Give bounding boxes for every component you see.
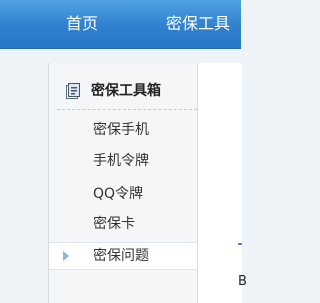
content-text-fragment: B bbox=[238, 274, 247, 289]
sidebar-item-label: 密保卡 bbox=[93, 216, 135, 232]
sidebar-item-qq-token[interactable]: QQ令牌 bbox=[49, 181, 197, 207]
sidebar-item-security-phone[interactable]: 密保手机 bbox=[49, 117, 197, 143]
nav-home-link[interactable]: 首页 bbox=[66, 14, 98, 34]
top-navigation-bar: 首页 密保工具 bbox=[0, 0, 241, 49]
sidebar-title: 密保工具箱 bbox=[91, 83, 161, 99]
sidebar-item-label: QQ令牌 bbox=[93, 186, 144, 202]
content-accent-mark bbox=[238, 243, 242, 245]
sidebar-header: 密保工具箱 bbox=[61, 81, 195, 103]
sidebar-item-label: 手机令牌 bbox=[93, 153, 149, 169]
arrow-right-icon bbox=[63, 251, 69, 261]
sidebar-divider bbox=[57, 109, 197, 110]
toolbox-icon bbox=[66, 83, 80, 99]
sidebar: 密保工具箱 密保手机 手机令牌 QQ令牌 密保卡 密保问题 bbox=[48, 63, 197, 303]
sidebar-item-label: 密保问题 bbox=[93, 248, 149, 264]
nav-security-tools-link[interactable]: 密保工具 bbox=[166, 14, 230, 34]
content-panel: B bbox=[197, 63, 247, 303]
sidebar-item-security-questions[interactable]: 密保问题 bbox=[49, 242, 197, 270]
sidebar-item-label: 密保手机 bbox=[93, 122, 149, 138]
sidebar-item-security-card[interactable]: 密保卡 bbox=[49, 211, 197, 237]
sidebar-item-mobile-token[interactable]: 手机令牌 bbox=[49, 148, 197, 174]
